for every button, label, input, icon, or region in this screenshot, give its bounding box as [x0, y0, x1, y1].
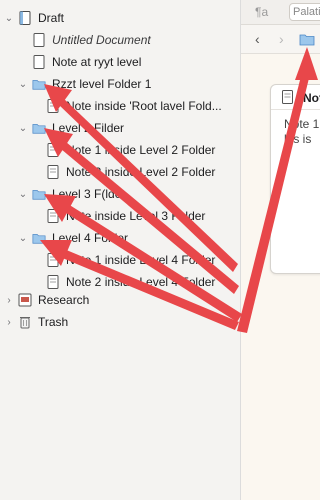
card-text-line: his is — [284, 132, 312, 146]
document-icon — [47, 253, 59, 267]
binder-item-folder-3[interactable]: ⌄ Level 3 F(lder — [0, 184, 240, 204]
binder-item-untitled[interactable]: Untitled Document — [0, 30, 240, 50]
binder-item-folder4-note-2[interactable]: Note 2 inside Level 4 Folder — [0, 272, 240, 292]
index-card[interactable]: Note Note 1 his is — [270, 84, 320, 274]
binder-label: Note 1 inside Level 2 Folder — [66, 143, 216, 157]
back-arrow-icon[interactable]: ‹ — [255, 31, 260, 47]
binder-item-folder-2[interactable]: ⌄ Level 2 Filder — [0, 118, 240, 138]
font-select[interactable]: Palatin — [289, 3, 320, 21]
folder-icon — [32, 234, 46, 244]
folder-icon — [32, 190, 46, 200]
folder-icon[interactable] — [299, 32, 315, 46]
binder-label: Note inside 'Root lavel Fold... — [66, 99, 222, 113]
trash-icon — [20, 317, 30, 329]
binder-label: Level 4 Folder — [52, 231, 129, 245]
binder-item-folder-1[interactable]: ⌄ Rzzt level Folder 1 — [0, 74, 240, 94]
binder-label: Note 2 inside Level 4 Folder — [66, 275, 216, 289]
binder-label: Level 2 Filder — [52, 121, 125, 135]
document-icon — [47, 275, 59, 289]
binder-label: Note at ryyt level — [52, 55, 142, 69]
binder-item-draft[interactable]: ⌄ Draft — [0, 8, 240, 28]
document-icon — [47, 165, 59, 179]
draft-icon — [19, 11, 31, 25]
research-icon — [18, 293, 32, 307]
binder-item-trash[interactable]: › Trash — [0, 312, 240, 332]
binder-label: Note 1 inside Level 4 Folder — [66, 253, 216, 267]
binder-sidebar: ⌄ Draft Untitled Document Note at ryyt l… — [0, 0, 240, 500]
document-icon — [47, 143, 59, 157]
header-navbar: ‹ › — [241, 25, 320, 54]
card-header: Note — [271, 85, 320, 110]
binder-label: Draft — [38, 11, 65, 25]
chevron-right-icon[interactable]: › — [4, 312, 14, 332]
editor-pane: ¶a Palatin ‹ › Note Note 1 his is — [241, 0, 320, 500]
binder-label: Rzzt level Folder 1 — [52, 77, 152, 91]
document-icon — [47, 209, 59, 223]
binder-item-folder1-note[interactable]: Note inside 'Root lavel Fold... — [0, 96, 240, 116]
format-bar: ¶a Palatin — [241, 0, 320, 25]
chevron-down-icon[interactable]: ⌄ — [18, 74, 28, 94]
binder-item-folder3-note[interactable]: Note inside Level 3 Folder — [0, 206, 240, 226]
binder-item-folder-4[interactable]: ⌄ Level 4 Folder — [0, 228, 240, 248]
card-text-line: Note 1 — [284, 117, 320, 131]
document-icon — [282, 90, 293, 104]
document-icon — [33, 33, 45, 47]
card-title: Note — [303, 91, 320, 105]
binder-item-note-root[interactable]: Note at ryyt level — [0, 52, 240, 72]
chevron-down-icon[interactable]: ⌄ — [18, 184, 28, 204]
binder-item-folder2-note-2[interactable]: Note 2 inside Level 2 Folder — [0, 162, 240, 182]
folder-icon — [32, 124, 46, 134]
chevron-down-icon[interactable]: ⌄ — [18, 228, 28, 248]
binder-label: Level 3 F(lder — [52, 187, 126, 201]
forward-arrow-icon[interactable]: › — [279, 31, 284, 47]
binder-label: Note 2 inside Level 2 Folder — [66, 165, 216, 179]
document-icon — [33, 55, 45, 69]
binder-label: Trash — [38, 315, 69, 329]
chevron-down-icon[interactable]: ⌄ — [18, 118, 28, 138]
binder-item-folder4-note-1[interactable]: Note 1 inside Level 4 Folder — [0, 250, 240, 270]
binder-item-folder2-note-1[interactable]: Note 1 inside Level 2 Folder — [0, 140, 240, 160]
chevron-down-icon[interactable]: ⌄ — [4, 8, 14, 28]
document-icon — [47, 99, 59, 113]
paragraph-style-icon[interactable]: ¶a — [255, 5, 268, 19]
folder-icon — [32, 80, 46, 90]
binder-label: Note inside Level 3 Folder — [66, 209, 206, 223]
binder-label: Research — [38, 293, 90, 307]
binder-item-research[interactable]: › Research — [0, 290, 240, 310]
binder-label: Untitled Document — [52, 33, 151, 47]
chevron-right-icon[interactable]: › — [4, 290, 14, 310]
